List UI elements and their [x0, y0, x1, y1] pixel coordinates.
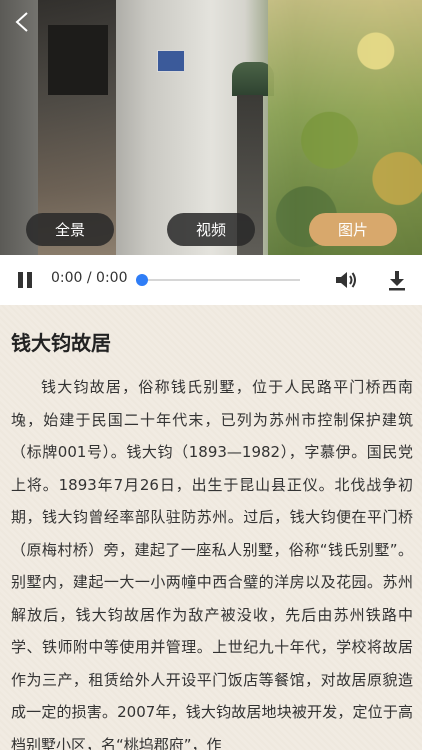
download-icon[interactable]: [386, 269, 408, 291]
audio-progress-track[interactable]: [142, 279, 300, 281]
article-body: 钱大钧故居，俗称钱氏别墅，位于人民路平门桥西南堍，始建于民国二十年代末，已列为苏…: [11, 378, 413, 750]
article: 钱大钧故居 钱大钧故居，俗称钱氏别墅，位于人民路平门桥西南堍，始建于民国二十年代…: [0, 305, 422, 750]
audio-time: 0:00 / 0:00: [51, 270, 128, 286]
volume-icon[interactable]: [334, 269, 358, 291]
photo-street-sign: [157, 50, 185, 72]
tab-images[interactable]: 图片: [309, 213, 397, 246]
chevron-left-icon: [15, 12, 28, 32]
audio-progress-thumb[interactable]: [136, 274, 148, 286]
article-title: 钱大钧故居: [11, 331, 111, 355]
pause-icon[interactable]: [16, 271, 34, 289]
back-button[interactable]: [8, 8, 36, 36]
tab-panorama[interactable]: 全景: [26, 213, 114, 246]
tab-video[interactable]: 视频: [167, 213, 255, 246]
photo-window: [48, 25, 108, 95]
audio-player: 0:00 / 0:00: [0, 255, 422, 305]
